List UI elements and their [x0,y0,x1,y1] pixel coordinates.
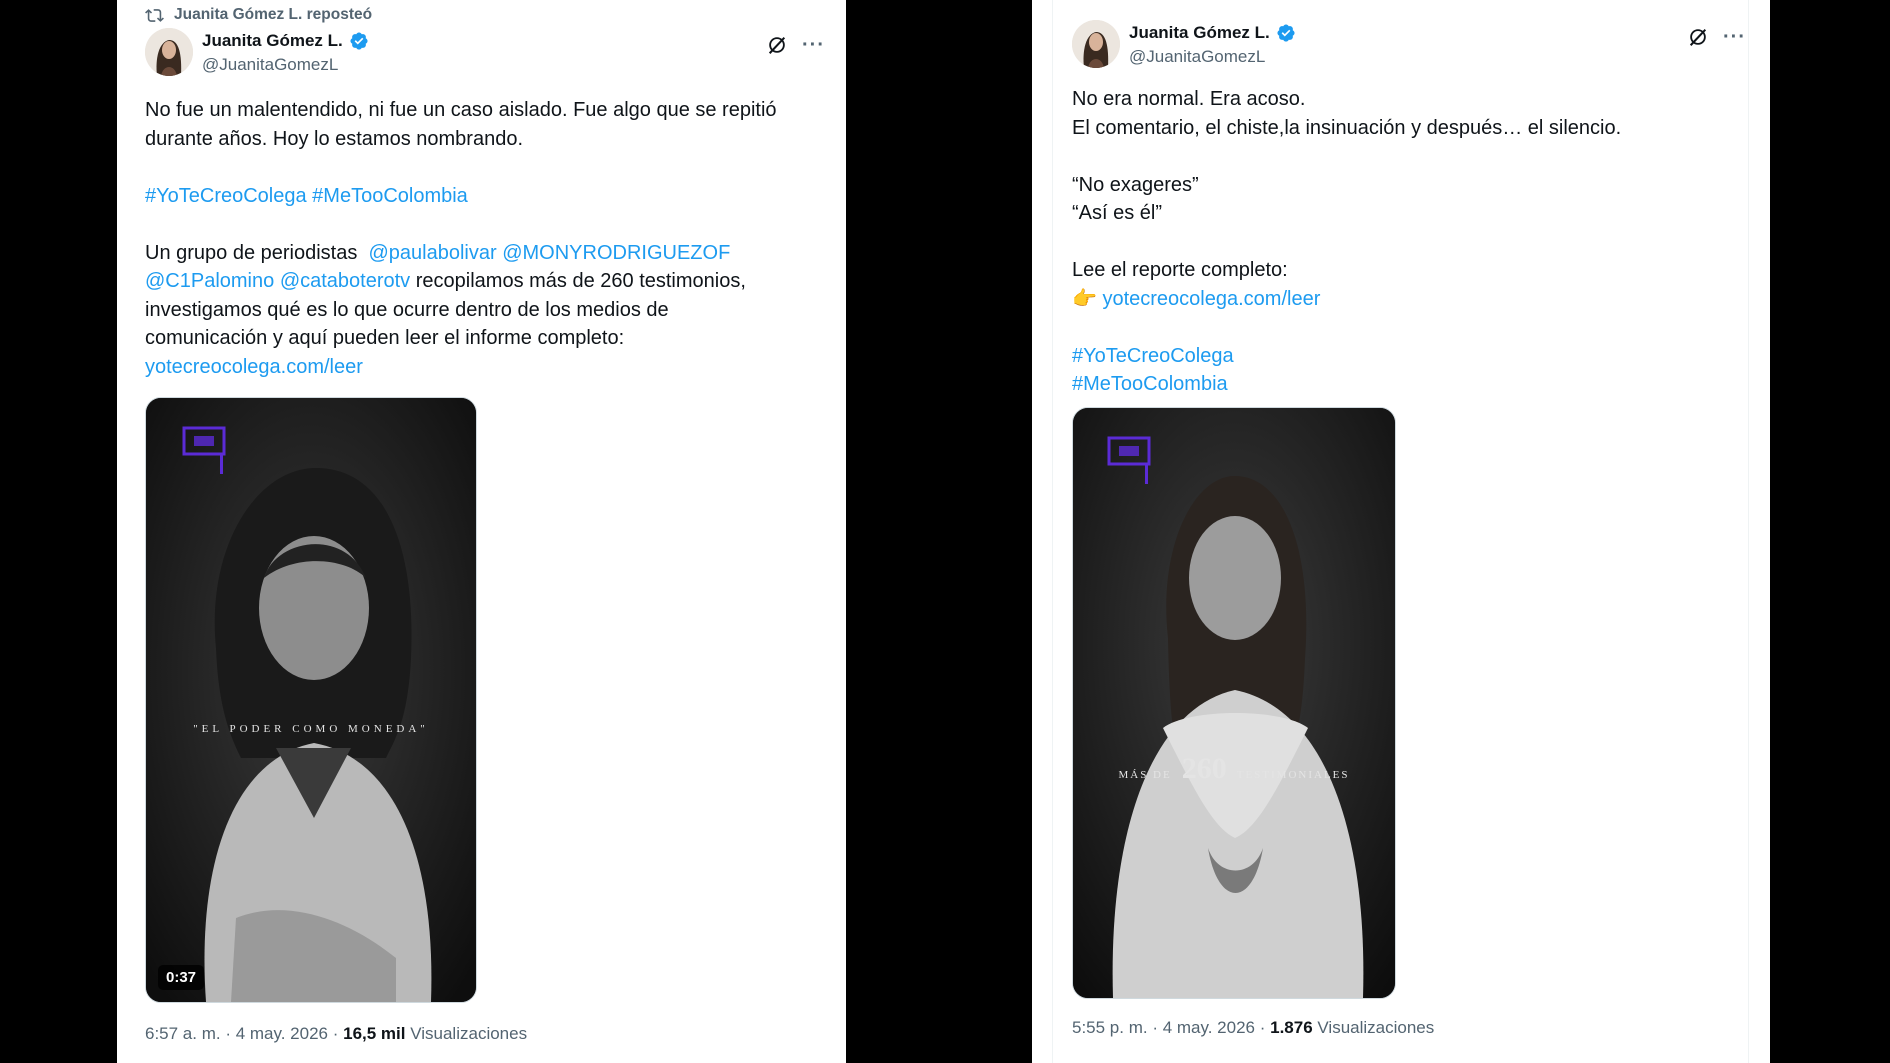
tweet-header: Juanita Gómez L. @JuanitaGomezL ··· [1072,20,1746,76]
quote-line: “Así es él” [1072,202,1163,224]
external-link[interactable]: yotecreocolega.com/leer [145,356,363,378]
video-duration: 0:37 [158,965,205,990]
tweet-text: No era normal. Era acoso. El comentario,… [1072,85,1746,399]
overlay-prefix: MÁS DE [1118,769,1172,781]
text-segment: Un grupo de periodistas [145,241,358,264]
text-line: comunicación y aquí pueden leer el infor… [145,327,625,349]
views-label: Visualizaciones [410,1024,528,1043]
logo-icon [182,426,230,476]
author-handle[interactable]: @JuanitaGomezL [1129,47,1265,67]
text-line: No fue un malentendido, ni fue un caso a… [145,99,777,121]
hashtag-link[interactable]: #MeTooColombia [312,185,468,207]
hashtag-link[interactable]: #YoTeCreoColega [145,185,307,207]
text-line: investigamos qué es lo que ocurre dentro… [145,298,669,321]
author-name[interactable]: Juanita Gómez L. [202,31,343,51]
text-line: El comentario, el chiste,la insinuación … [1072,116,1622,139]
author-name[interactable]: Juanita Gómez L. [1129,23,1270,43]
verified-badge-icon [1276,23,1296,43]
video-overlay-text: MÁS DE 260 TESTIMONIALES [1073,752,1395,786]
mention-link[interactable]: @C1Palomino [145,270,274,292]
author-handle[interactable]: @JuanitaGomezL [202,55,338,75]
grok-icon[interactable] [766,34,788,56]
right-tweet-panel: Juanita Gómez L. @JuanitaGomezL ··· No e… [1032,0,1770,1063]
avatar[interactable] [1072,20,1120,68]
verified-badge-icon [349,31,369,51]
timestamp[interactable]: 6:57 a. m. · 4 may. 2026 · [145,1024,343,1043]
overlay-number: 260 [1181,752,1227,785]
timestamp[interactable]: 5:55 p. m. · 4 may. 2026 · [1072,1018,1270,1037]
mention-link[interactable]: @paulabolivar [368,242,496,264]
text-line: durante años. Hoy lo estamos nombrando. [145,127,523,150]
hashtag-link[interactable]: #YoTeCreoColega [1072,345,1234,367]
text-line: No era normal. Era acoso. [1072,88,1306,110]
text-line: Lee el reporte completo: [1072,259,1288,281]
external-link[interactable]: yotecreocolega.com/leer [1102,288,1320,310]
avatar[interactable] [145,28,193,76]
view-count: 1.876 [1270,1018,1313,1037]
video-thumbnail [146,398,476,1002]
overlay-suffix: TESTIMONIALES [1236,769,1350,781]
video-overlay-text: "EL PODER COMO MONEDA" [193,723,429,735]
mention-link[interactable]: @cataboterotv [280,270,410,292]
tweet-text: No fue un malentendido, ni fue un caso a… [145,96,825,381]
more-options-icon[interactable]: ··· [1723,27,1746,47]
pointing-hand-emoji: 👉 [1072,287,1097,310]
video-player[interactable]: MÁS DE 260 TESTIMONIALES [1072,407,1396,999]
views-label: Visualizaciones [1317,1018,1435,1037]
text-segment: recopilamos más de 260 testimonios, [415,270,746,292]
mention-link[interactable]: @MONYRODRIGUEZOF [502,242,730,264]
grok-icon[interactable] [1687,26,1709,48]
tweet-meta: 5:55 p. m. · 4 may. 2026 · 1.876 Visuali… [1072,1018,1434,1038]
tweet-meta: 6:57 a. m. · 4 may. 2026 · 16,5 mil Visu… [145,1024,527,1044]
more-options-icon[interactable]: ··· [802,35,825,55]
quote-line: “No exageres” [1072,173,1199,196]
view-count: 16,5 mil [343,1024,406,1043]
logo-icon [1107,436,1155,486]
video-thumbnail [1073,408,1395,998]
left-tweet-panel: Juanita Gómez L. reposteó Juanita Gómez … [117,0,846,1063]
video-player[interactable]: "EL PODER COMO MONEDA" 0:37 [145,397,477,1003]
tweet-header: Juanita Gómez L. @JuanitaGomezL ··· [145,28,825,84]
hashtag-link[interactable]: #MeTooColombia [1072,373,1228,395]
